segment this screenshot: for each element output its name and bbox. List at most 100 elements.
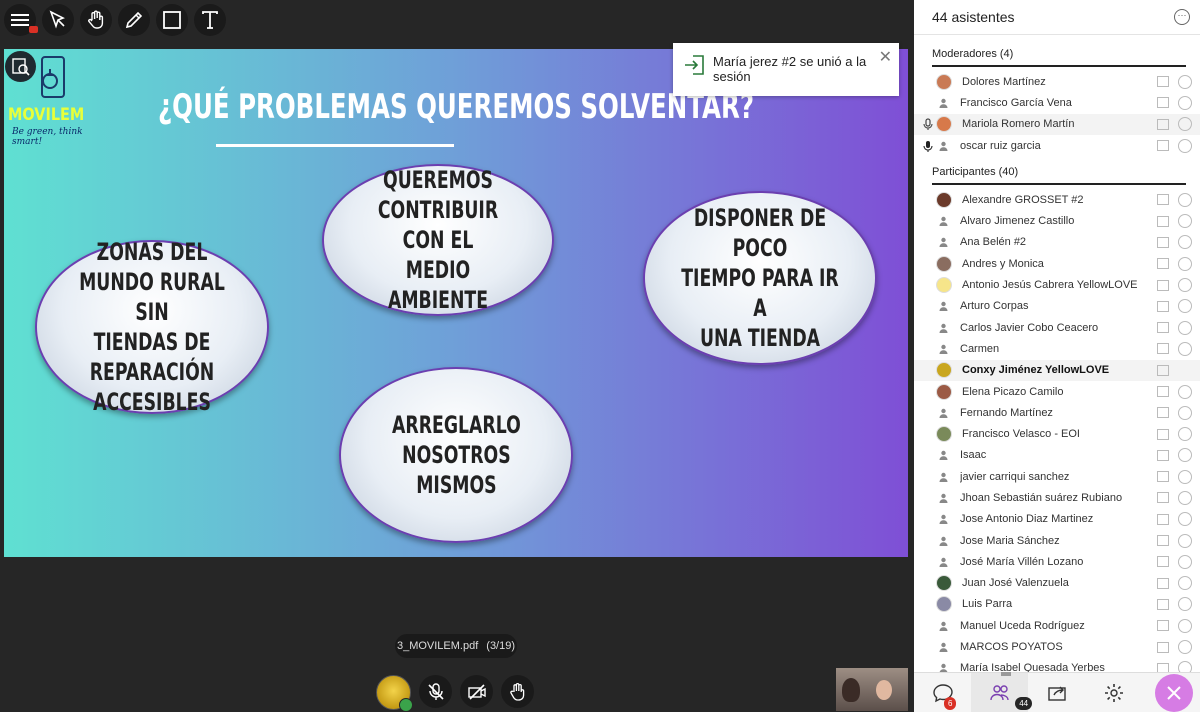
camera-button[interactable] [460, 675, 493, 708]
attendee-row[interactable]: Carlos Javier Cobo Ceacero [914, 317, 1200, 338]
connection-icon [1157, 258, 1169, 270]
share-content-tab[interactable] [1028, 673, 1085, 712]
moderators-list: Dolores Martínez Francisco García Vena Mar… [914, 71, 1200, 156]
slide-zoom-button[interactable] [5, 51, 36, 82]
attendee-row[interactable]: MARCOS POYATOS [914, 636, 1200, 657]
attendee-options-icon[interactable] [1178, 117, 1192, 132]
file-indicator[interactable]: 3_MOVILEM.pdf (3/19) [395, 634, 517, 658]
close-notification-icon[interactable]: ✕ [879, 47, 892, 67]
settings-tab[interactable] [1086, 673, 1143, 712]
attendee-options-icon[interactable] [1178, 618, 1192, 633]
attendee-row[interactable]: Andres y Monica [914, 253, 1200, 274]
user-icon [936, 139, 950, 153]
attendee-options-icon[interactable] [1178, 320, 1192, 335]
attendee-row[interactable]: Francisco García Vena [914, 92, 1200, 113]
attendee-options-icon[interactable] [1178, 278, 1192, 293]
attendee-name: Elena Picazo Camilo [962, 385, 1064, 398]
attendee-row[interactable]: Juan José Valenzuela [914, 573, 1200, 594]
attendee-options-icon[interactable] [1178, 427, 1192, 442]
attendee-options-icon[interactable] [1178, 405, 1192, 420]
panel-more-icon[interactable]: ⋯ [1174, 9, 1190, 25]
attendee-row[interactable]: oscar ruiz garcia [914, 135, 1200, 156]
attendee-row[interactable]: Elena Picazo Camilo [914, 381, 1200, 402]
attendee-row[interactable]: Jhoan Sebastián suárez Rubiano [914, 487, 1200, 508]
attendee-options-icon[interactable] [1178, 469, 1192, 484]
attendee-options-icon[interactable] [1178, 192, 1192, 207]
attendee-row[interactable]: javier carriqui sanchez [914, 466, 1200, 487]
attendee-row[interactable]: Isaac [914, 445, 1200, 466]
attendee-name: José María Villén Lozano [960, 555, 1084, 568]
attendee-options-icon[interactable] [1178, 384, 1192, 399]
attendee-row[interactable]: Manuel Uceda Rodríguez [914, 615, 1200, 636]
attendee-options-icon[interactable] [1178, 533, 1192, 548]
user-icon [936, 321, 950, 335]
attendee-name: Arturo Corpas [960, 300, 1029, 313]
pointer-tool[interactable] [42, 4, 74, 36]
avatar [936, 426, 952, 443]
attendee-options-icon[interactable] [1178, 138, 1192, 153]
connection-icon [1157, 407, 1169, 419]
chat-tab[interactable]: 6 [914, 673, 971, 712]
attendee-options-icon[interactable] [1178, 640, 1192, 655]
user-icon [936, 555, 950, 569]
user-icon [936, 406, 950, 420]
attendee-options-icon[interactable] [1178, 490, 1192, 505]
attendee-row[interactable]: Francisco Velasco - EOI [914, 423, 1200, 444]
attendee-row[interactable]: Jose Maria Sánchez [914, 530, 1200, 551]
attendee-options-icon[interactable] [1178, 341, 1192, 356]
connection-icon [1157, 236, 1169, 248]
attendee-options-icon[interactable] [1178, 576, 1192, 591]
mic-icon [920, 118, 936, 131]
attendee-row[interactable]: Conxy Jiménez YellowLOVE [914, 359, 1200, 381]
attendee-options-icon[interactable] [1178, 554, 1192, 569]
attendee-row[interactable]: Ana Belén #2 [914, 232, 1200, 253]
attendee-name: Manuel Uceda Rodríguez [960, 619, 1085, 632]
recording-icon [29, 26, 38, 33]
attendee-row[interactable]: Fernando Martínez [914, 402, 1200, 423]
attendee-options-icon[interactable] [1178, 214, 1192, 229]
bubble-text: DISPONER DE POCO TIEMPO PARA IR A UNA TI… [681, 204, 839, 352]
text-tool[interactable] [194, 4, 226, 36]
video-person [876, 680, 892, 700]
attendee-options-icon[interactable] [1178, 299, 1192, 314]
pan-tool[interactable] [80, 4, 112, 36]
zoom-fit-icon [11, 57, 30, 76]
attendee-options-icon[interactable] [1178, 74, 1192, 89]
attendee-options-icon[interactable] [1178, 512, 1192, 527]
moderators-heading: Moderadores (4) [932, 48, 1186, 67]
attendee-options-icon[interactable] [1178, 235, 1192, 250]
attendee-row[interactable]: Arturo Corpas [914, 296, 1200, 317]
user-icon [936, 640, 950, 654]
connection-icon [1157, 364, 1169, 376]
attendee-row[interactable]: Alvaro Jimenez Castillo [914, 210, 1200, 231]
attendee-row[interactable]: Carmen [914, 338, 1200, 359]
close-panel-button[interactable] [1155, 673, 1194, 712]
attendee-row[interactable]: Jose Antonio Diaz Martinez [914, 509, 1200, 530]
raise-hand-button[interactable] [501, 675, 534, 708]
attendee-row[interactable]: Antonio Jesús Cabrera YellowLOVE [914, 274, 1200, 295]
file-page: (3/19) [486, 640, 516, 652]
my-status-avatar[interactable] [376, 675, 413, 712]
video-preview[interactable] [836, 668, 908, 711]
microphone-button[interactable] [419, 675, 452, 708]
attendee-options-icon[interactable] [1178, 448, 1192, 463]
attendee-row[interactable]: Dolores Martínez [914, 71, 1200, 92]
attendees-tab[interactable]: 44 [971, 673, 1033, 712]
attendee-options-icon[interactable] [1178, 95, 1192, 110]
attendee-options-icon[interactable] [1178, 597, 1192, 612]
close-panel-tab[interactable] [1143, 673, 1200, 712]
attendee-row[interactable]: José María Villén Lozano [914, 551, 1200, 572]
shape-tool[interactable] [156, 4, 188, 36]
attendee-row[interactable]: Mariola Romero Martín [914, 113, 1200, 135]
user-icon [936, 299, 950, 313]
attendee-row[interactable]: Luis Parra [914, 594, 1200, 615]
join-session-icon [685, 55, 704, 75]
attendee-options-icon[interactable] [1178, 256, 1192, 271]
menu-button[interactable] [4, 4, 38, 36]
file-name: 3_MOVILEM.pdf [396, 640, 479, 652]
attendee-row[interactable]: Alexandre GROSSET #2 [914, 189, 1200, 210]
connection-icon [1157, 386, 1169, 397]
connection-icon [1157, 449, 1169, 461]
user-icon [936, 512, 950, 526]
pencil-tool[interactable] [118, 4, 150, 36]
